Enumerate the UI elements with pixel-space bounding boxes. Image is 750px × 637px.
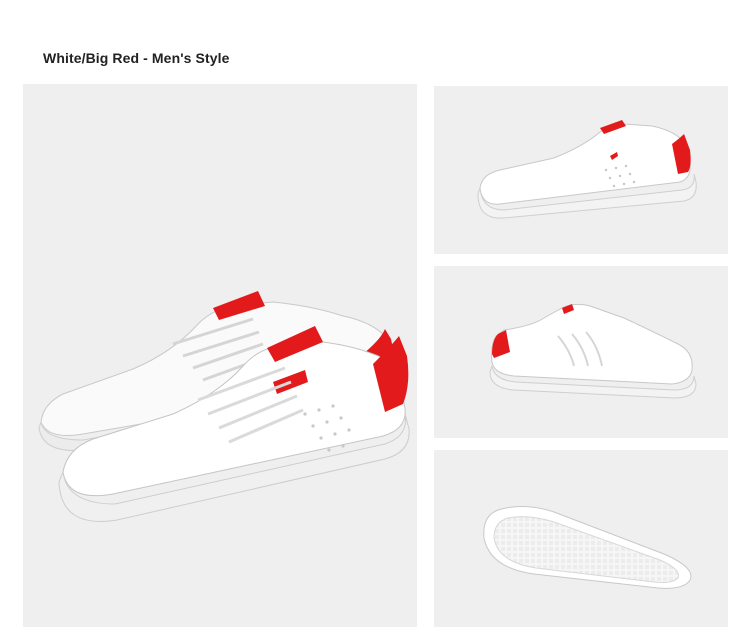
sneaker-inner-icon (489, 303, 697, 399)
main-product-image[interactable] (23, 84, 417, 627)
sneaker-side-icon (477, 120, 697, 219)
sneaker-sole-icon (483, 506, 692, 589)
thumbnail-sole-view[interactable] (434, 450, 728, 627)
sneaker-pair-icon (38, 291, 410, 522)
thumbnail-inner-side-view[interactable] (434, 266, 728, 438)
thumbnail-side-view[interactable] (434, 86, 728, 254)
product-variant-title: White/Big Red - Men's Style (43, 50, 230, 66)
